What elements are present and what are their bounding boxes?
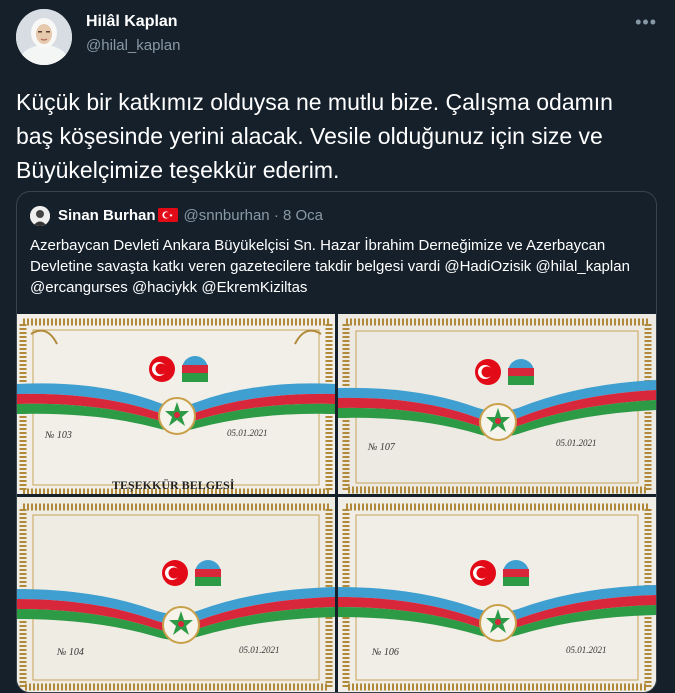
avatar[interactable]: [16, 9, 72, 65]
certificate-date-3: 05.01.2021: [239, 645, 280, 655]
certificate-photo-1[interactable]: № 103 05.01.2021 TEŞEKKÜR BELGESİ: [17, 314, 335, 494]
quoted-display-name[interactable]: Sinan Burhan: [58, 207, 156, 224]
turkey-flag-icon: [157, 208, 178, 226]
quoted-text: Azerbaycan Devleti Ankara Büyükelçisi Sn…: [30, 237, 630, 296]
quoted-header: Sinan Burhan @snnburhan · 8 Oca: [58, 207, 323, 226]
certificate-date-4: 05.01.2021: [566, 645, 607, 655]
quoted-date: 8 Oca: [282, 207, 324, 224]
display-name[interactable]: Hilâl Kaplan: [86, 13, 178, 31]
quoted-tweet[interactable]: Sinan Burhan @snnburhan · 8 Oca Azerbayca…: [16, 191, 657, 693]
certificate-date-2: 05.01.2021: [556, 438, 597, 448]
separator-dot: ·: [273, 207, 279, 224]
certificate-photo-4[interactable]: № 106 05.01.2021: [338, 497, 656, 692]
tweet-text: Küçük bir katkımız olduysa ne mutlu bize…: [16, 89, 613, 183]
certificate-photo-3[interactable]: № 104 05.01.2021: [17, 497, 335, 692]
certificate-title-1: TEŞEKKÜR BELGESİ: [112, 478, 235, 492]
certificate-photo-2[interactable]: № 107 05.01.2021: [338, 314, 656, 494]
more-horizontal-icon[interactable]: •••: [635, 12, 657, 33]
certificate-number-1: № 103: [44, 430, 72, 441]
user-handle[interactable]: @hilal_kaplan: [86, 37, 180, 54]
certificate-number-2: № 107: [367, 442, 396, 453]
quoted-handle[interactable]: @snnburhan: [184, 207, 270, 224]
certificate-number-3: № 104: [56, 647, 84, 658]
photo-grid: № 103 05.01.2021 TEŞEKKÜR BELGESİ № 107 …: [17, 314, 656, 692]
certificate-date-1: 05.01.2021: [227, 428, 268, 438]
quoted-avatar: [30, 206, 50, 226]
certificate-number-4: № 106: [371, 647, 399, 658]
